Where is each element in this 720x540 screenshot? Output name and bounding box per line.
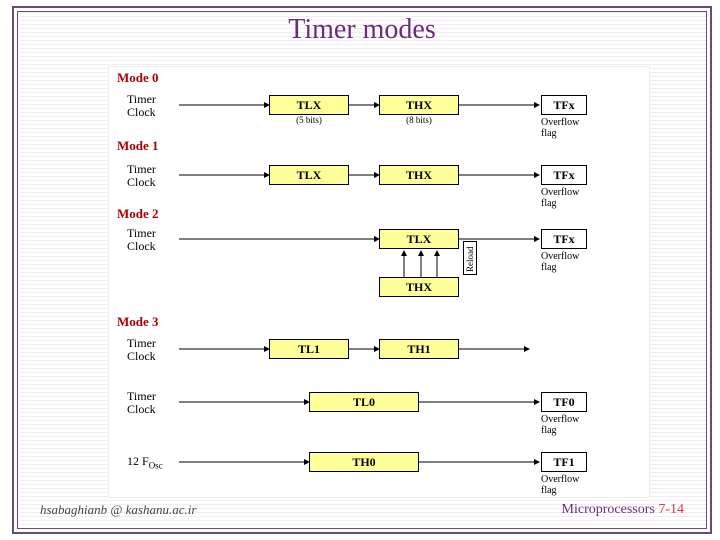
mode3-tf0-box: TF0: [541, 392, 587, 412]
mode0-tlx-sub: (5 bits): [269, 116, 349, 125]
mode3-tl0-box: TL0: [309, 392, 419, 412]
mode1-tfx-box: TFx: [541, 165, 587, 185]
footer-course: Microprocessors: [562, 502, 659, 517]
mode0-heading: Mode 0: [117, 71, 159, 84]
mode3-row3-osc-label: 12 FOsc: [127, 455, 163, 470]
slide-outer-border: Timer modes: [12, 6, 712, 534]
timer-modes-diagram: Mode 0 Timer Clock TLX (5 bits) THX (8 b…: [108, 66, 650, 498]
mode3-row2-clock-label: Timer Clock: [127, 390, 175, 416]
mode0-thx-box: THX: [379, 95, 459, 115]
mode2-clock-label: Timer Clock: [127, 227, 175, 253]
slide-inner-border: Timer modes: [17, 11, 707, 529]
mode3-tf1-box: TF1: [541, 452, 587, 472]
mode3-th0-box: TH0: [309, 452, 419, 472]
mode2-reload-label: Reload: [466, 247, 475, 273]
mode1-tlx-box: TLX: [269, 165, 349, 185]
mode2-heading: Mode 2: [117, 207, 159, 220]
mode0-tlx-box: TLX: [269, 95, 349, 115]
footer-author: hsabaghianb @ kashanu.ac.ir: [40, 502, 196, 518]
mode3-th1-box: TH1: [379, 339, 459, 359]
footer-right: Microprocessors 7-14: [562, 502, 684, 518]
mode3-tl1-box: TL1: [269, 339, 349, 359]
mode2-overflow-label: Overflow flag: [541, 251, 593, 273]
mode0-thx-sub: (8 bits): [379, 116, 459, 125]
footer-page: 7-14: [658, 502, 684, 517]
mode3-tf0-overflow-label: Overflow flag: [541, 414, 593, 436]
mode2-thx-box: THX: [379, 277, 459, 297]
mode2-tlx-box: TLX: [379, 229, 459, 249]
mode2-tfx-box: TFx: [541, 229, 587, 249]
mode1-overflow-label: Overflow flag: [541, 187, 593, 209]
mode0-clock-label: Timer Clock: [127, 93, 175, 119]
mode1-clock-label: Timer Clock: [127, 163, 175, 189]
mode1-thx-box: THX: [379, 165, 459, 185]
mode1-heading: Mode 1: [117, 139, 159, 152]
mode3-row1-clock-label: Timer Clock: [127, 337, 175, 363]
mode0-tfx-box: TFx: [541, 95, 587, 115]
mode0-overflow-label: Overflow flag: [541, 117, 593, 139]
mode3-tf1-overflow-label: Overflow flag: [541, 474, 593, 496]
slide-title: Timer modes: [18, 14, 706, 46]
mode3-heading: Mode 3: [117, 315, 159, 328]
